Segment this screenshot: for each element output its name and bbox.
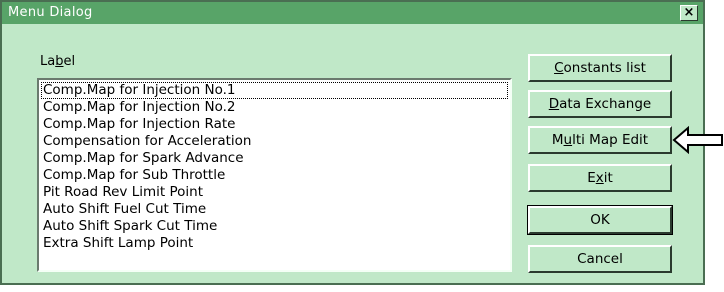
list-item[interactable]: Comp.Map for Injection No.2 (41, 99, 508, 116)
list-item[interactable]: Comp.Map for Spark Advance (41, 150, 508, 167)
list-item[interactable]: Comp.Map for Injection Rate (41, 116, 508, 133)
ok-button[interactable]: OK (527, 205, 673, 235)
list-item[interactable]: Compensation for Acceleration (41, 133, 508, 150)
title-bar[interactable]: Menu Dialog × (2, 2, 703, 24)
list-item[interactable]: Pit Road Rev Limit Point (41, 184, 508, 201)
menu-dialog: Menu Dialog × Label Comp.Map for Injecti… (0, 0, 705, 285)
data-exchange-button[interactable]: Data Exchange (528, 90, 672, 118)
list-item[interactable]: Comp.Map for Injection No.1 (41, 82, 508, 99)
list-item[interactable]: Auto Shift Spark Cut Time (41, 218, 508, 235)
multi-map-edit-button[interactable]: Multi Map Edit (528, 126, 672, 154)
left-arrow-icon (672, 126, 723, 154)
close-button[interactable]: × (680, 5, 698, 21)
list-item[interactable]: Auto Shift Fuel Cut Time (41, 201, 508, 218)
exit-button[interactable]: Exit (528, 164, 672, 192)
constants-list-button[interactable]: Constants list (528, 54, 672, 82)
list-item[interactable]: Comp.Map for Sub Throttle (41, 167, 508, 184)
map-listbox[interactable]: Comp.Map for Injection No.1 Comp.Map for … (37, 78, 512, 272)
window-title: Menu Dialog (8, 5, 93, 20)
close-icon: × (683, 5, 695, 20)
list-item[interactable]: Extra Shift Lamp Point (41, 235, 508, 252)
list-label: Label (40, 54, 76, 69)
cancel-button[interactable]: Cancel (528, 245, 672, 273)
